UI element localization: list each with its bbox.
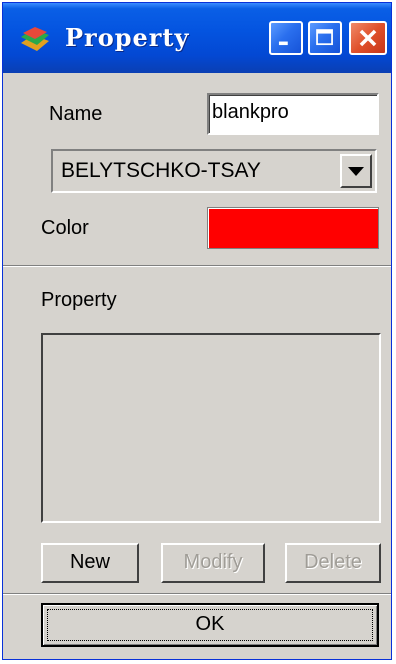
dropdown-button[interactable] — [340, 154, 372, 188]
chevron-down-icon — [348, 167, 364, 176]
color-swatch[interactable] — [207, 207, 379, 249]
ok-label: OK — [195, 613, 225, 635]
name-label: Name — [49, 103, 103, 125]
property-list[interactable] — [41, 333, 381, 523]
close-icon — [359, 29, 377, 47]
formulation-select[interactable]: BELYTSCHKO-TSAY — [51, 149, 377, 193]
minimize-button[interactable] — [269, 21, 303, 55]
title-bar[interactable]: Property — [3, 3, 391, 73]
maximize-icon — [316, 29, 333, 46]
window-title: Property — [65, 23, 190, 52]
modify-button[interactable]: Modify — [161, 543, 265, 583]
property-section-label: Property — [41, 289, 117, 311]
divider — [3, 265, 391, 267]
formulation-value: BELYTSCHKO-TSAY — [61, 159, 261, 182]
name-field[interactable]: blankpro — [207, 93, 379, 135]
property-dialog: Property Name blankpro BELYTSCHKO-TSAY C… — [2, 2, 392, 660]
minimize-icon — [278, 41, 288, 46]
close-button[interactable] — [349, 21, 387, 55]
color-label: Color — [41, 217, 89, 239]
app-logo-icon — [19, 25, 51, 53]
ok-button[interactable]: OK — [41, 603, 379, 647]
delete-button[interactable]: Delete — [285, 543, 381, 583]
divider — [3, 593, 391, 595]
new-button[interactable]: New — [41, 543, 139, 583]
maximize-button[interactable] — [308, 21, 342, 55]
